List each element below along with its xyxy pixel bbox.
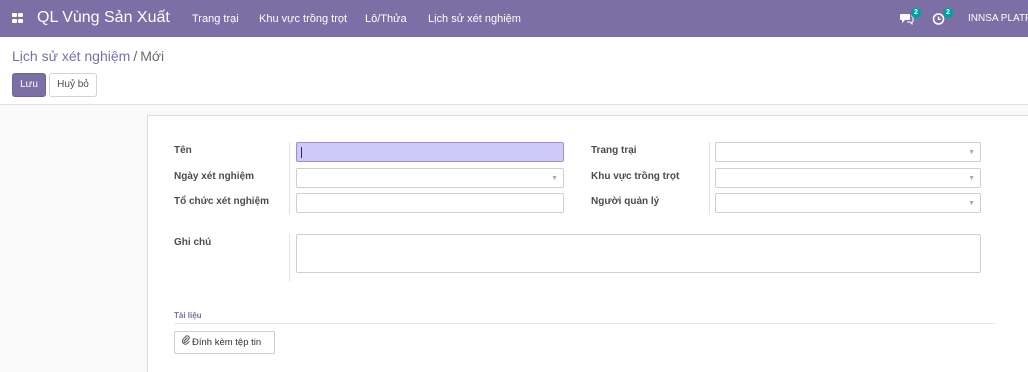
note-textarea[interactable] bbox=[296, 234, 981, 273]
left-group-divider bbox=[289, 142, 290, 215]
attach-file-label: Đính kèm tệp tin bbox=[192, 337, 262, 348]
name-label: Tên bbox=[174, 145, 192, 156]
save-button[interactable]: Lưu bbox=[12, 73, 46, 97]
manager-label: Người quản lý bbox=[591, 196, 660, 207]
messages-icon[interactable]: 2 bbox=[900, 8, 921, 26]
test-org-input[interactable] bbox=[296, 193, 564, 213]
test-org-label: Tổ chức xét nghiệm bbox=[174, 196, 270, 207]
growing-area-select[interactable]: ▼ bbox=[715, 168, 981, 188]
documents-section-title: Tài liệu bbox=[174, 311, 202, 320]
breadcrumb-separator: / bbox=[133, 48, 138, 64]
chevron-down-icon: ▼ bbox=[968, 149, 975, 156]
chevron-down-icon: ▼ bbox=[968, 175, 975, 182]
breadcrumb: Lịch sử xét nghiệm / Mới bbox=[12, 48, 164, 64]
menu-item-plot[interactable]: Lô/Thửa bbox=[365, 13, 407, 25]
right-group-divider bbox=[709, 142, 710, 215]
growing-area-label: Khu vực trồng trọt bbox=[591, 171, 680, 182]
activities-clock-icon[interactable]: 2 bbox=[932, 8, 953, 25]
menu-item-growing-area[interactable]: Khu vực trồng trọt bbox=[259, 13, 347, 25]
menu-item-farm[interactable]: Trang trại bbox=[192, 13, 239, 25]
top-navbar: QL Vùng Sản Xuất Trang trại Khu vực trồn… bbox=[0, 0, 1028, 37]
farm-select[interactable]: ▼ bbox=[715, 142, 981, 162]
chevron-down-icon: ▼ bbox=[968, 200, 975, 207]
manager-select[interactable]: ▼ bbox=[715, 193, 981, 213]
test-date-field[interactable]: ▼ bbox=[296, 168, 564, 188]
activities-count-badge: 2 bbox=[943, 8, 953, 18]
breadcrumb-current: Mới bbox=[140, 48, 165, 64]
test-date-label: Ngày xét nghiệm bbox=[174, 171, 255, 182]
messages-count-badge: 2 bbox=[911, 8, 921, 18]
menu-item-test-history[interactable]: Lịch sử xét nghiệm bbox=[428, 13, 521, 25]
text-cursor bbox=[301, 147, 302, 158]
form-sheet: Tên Ngày xét nghiệm Tổ chức xét nghiệm ▼… bbox=[147, 115, 1028, 372]
section-divider bbox=[174, 323, 996, 324]
discard-button[interactable]: Huỷ bỏ bbox=[49, 73, 97, 97]
note-divider bbox=[289, 234, 290, 282]
attach-file-button[interactable]: Đính kèm tệp tin bbox=[174, 331, 275, 354]
farm-label: Trang trại bbox=[591, 145, 637, 156]
app-title[interactable]: QL Vùng Sản Xuất bbox=[37, 9, 170, 27]
control-panel: Lịch sử xét nghiệm / Mới Lưu Huỷ bỏ bbox=[0, 37, 1028, 105]
company-switcher[interactable]: INNSA PLATF bbox=[968, 13, 1028, 24]
paperclip-icon bbox=[181, 332, 190, 353]
breadcrumb-parent-link[interactable]: Lịch sử xét nghiệm bbox=[12, 48, 130, 64]
note-label: Ghi chú bbox=[174, 237, 212, 248]
name-input[interactable] bbox=[296, 142, 564, 162]
apps-menu-icon[interactable] bbox=[12, 13, 24, 24]
chevron-down-icon: ▼ bbox=[551, 175, 558, 182]
